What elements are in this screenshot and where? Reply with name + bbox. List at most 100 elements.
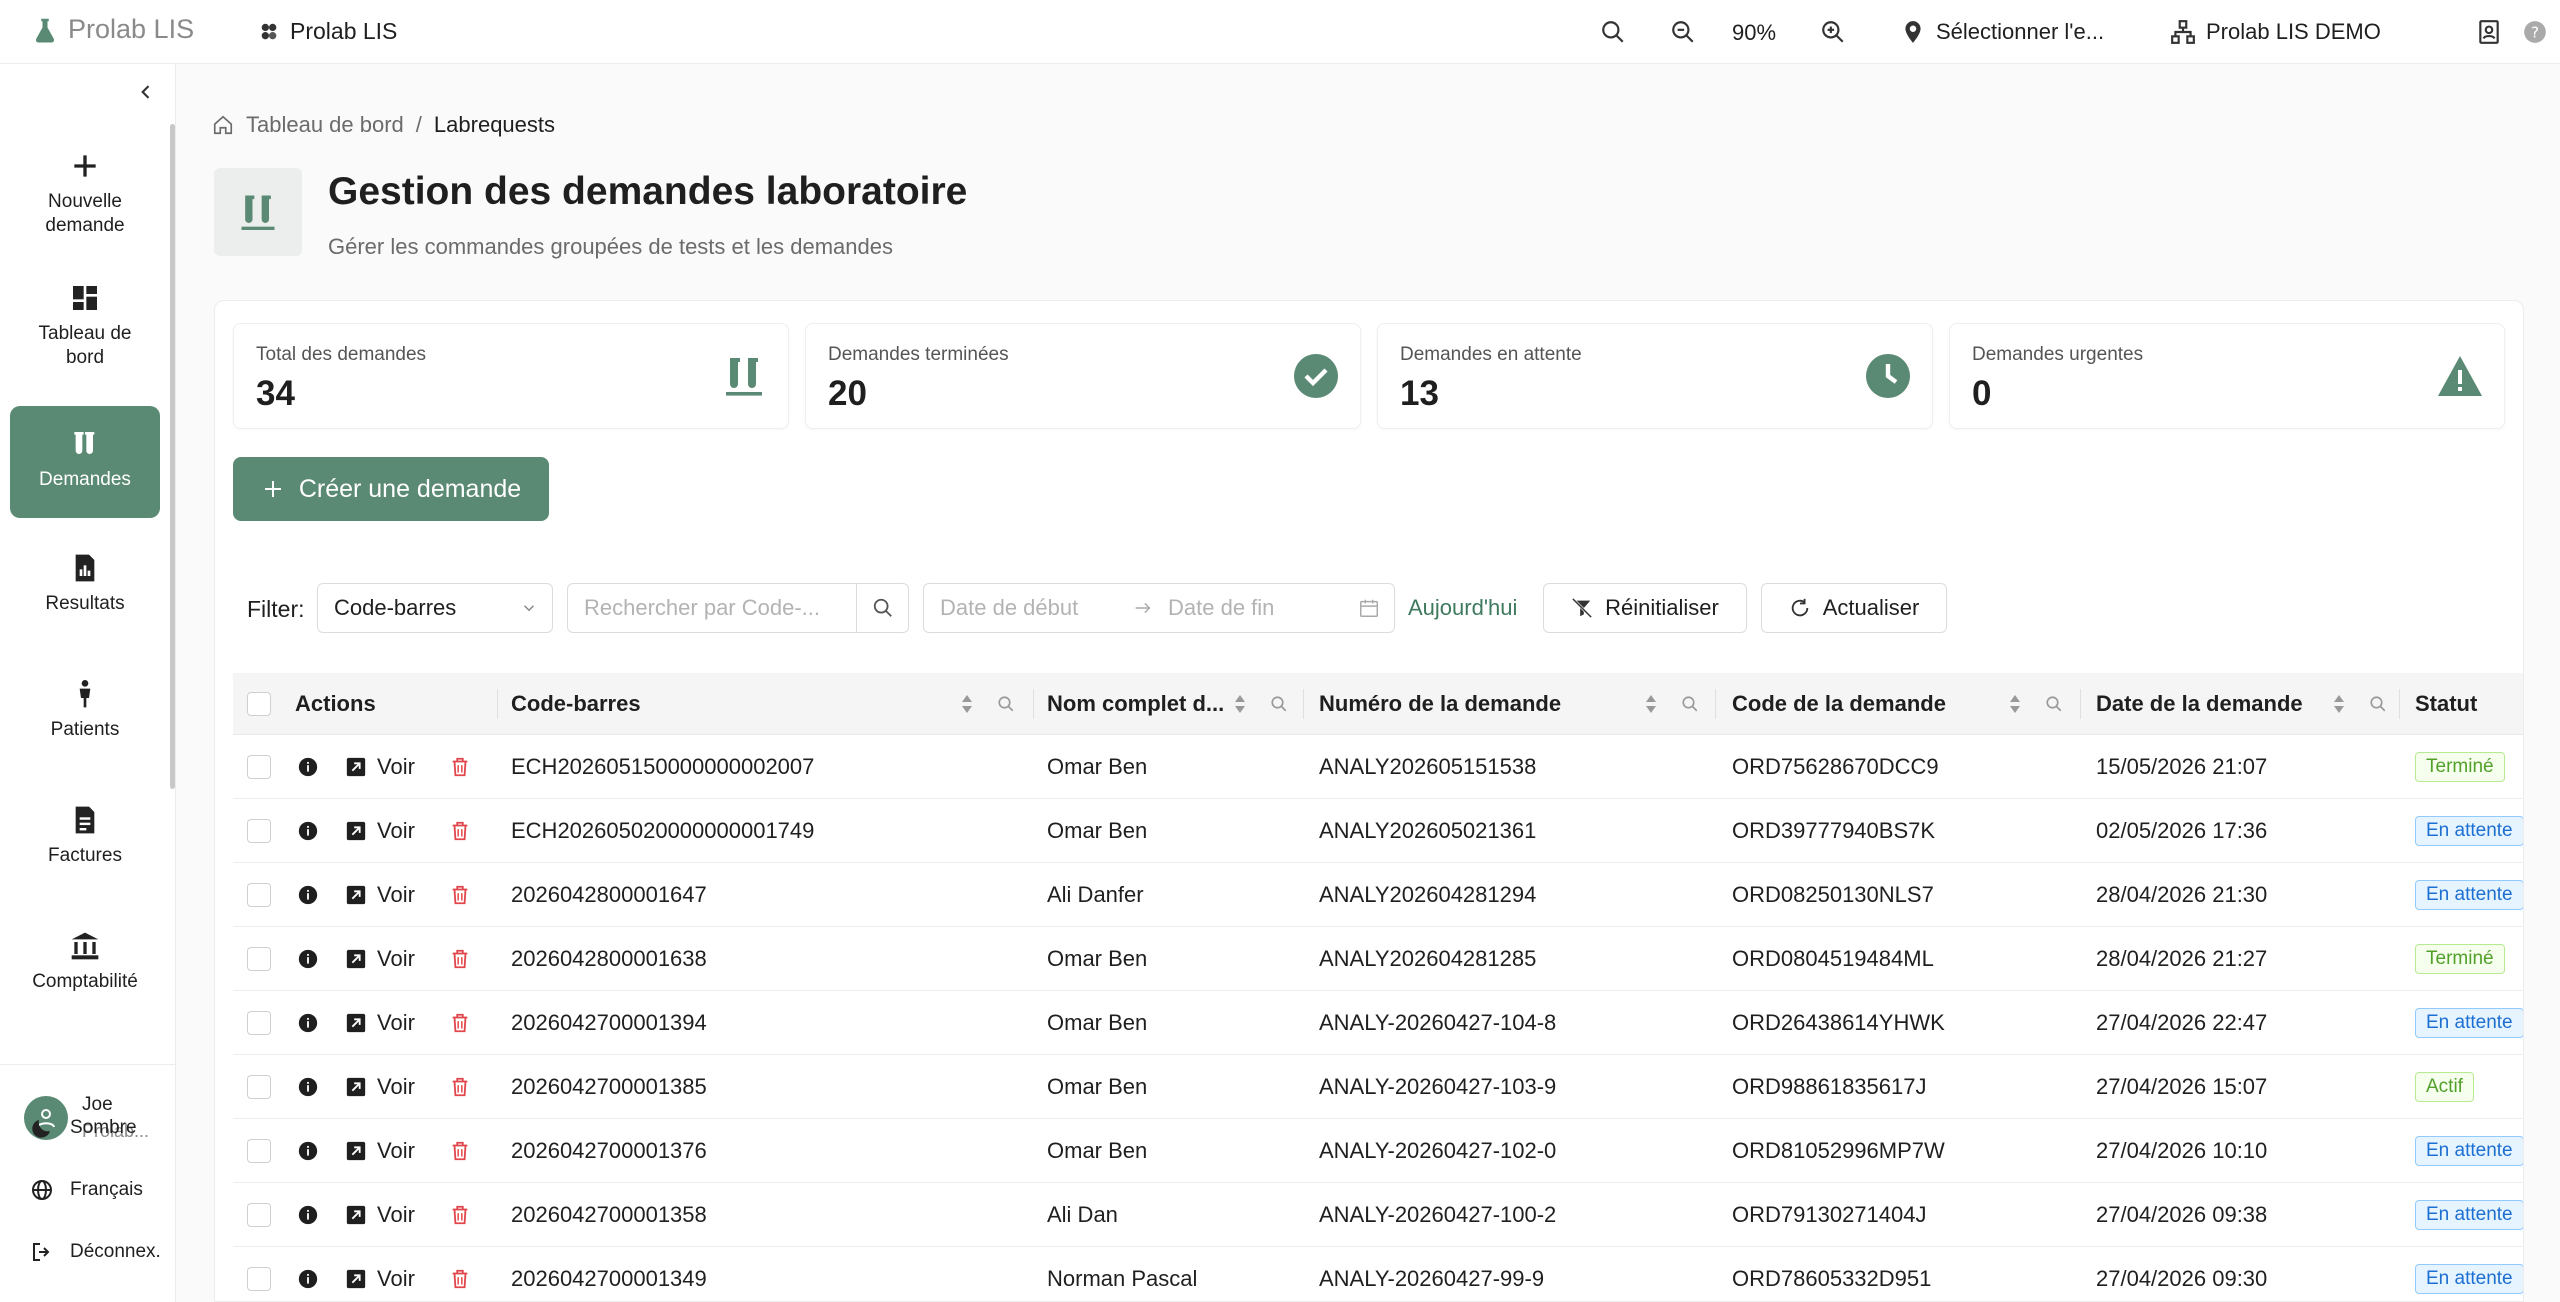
column-header-barcode[interactable]: Code-barres <box>511 673 641 735</box>
chevron-left-icon[interactable] <box>136 82 156 102</box>
sidebar-item-dashboard[interactable]: Tableau de bord <box>10 282 160 392</box>
column-header-request-code[interactable]: Code de la demande <box>1732 673 1946 735</box>
date-start-input[interactable]: Date de début <box>940 595 1078 621</box>
row-checkbox[interactable] <box>247 1011 271 1035</box>
info-icon[interactable] <box>297 1140 319 1162</box>
table-row[interactable]: Voir 2026042700001385 Omar Ben ANALY-202… <box>233 1055 2523 1119</box>
info-icon[interactable] <box>297 1076 319 1098</box>
open-external-icon[interactable] <box>345 756 367 778</box>
row-checkbox[interactable] <box>247 755 271 779</box>
row-checkbox[interactable] <box>247 947 271 971</box>
sidebar-item-results[interactable]: Resultats <box>10 552 160 662</box>
row-checkbox[interactable] <box>247 1267 271 1291</box>
help-button[interactable]: ? <box>2522 19 2548 45</box>
info-icon[interactable] <box>297 948 319 970</box>
table-row[interactable]: Voir 2026042800001647 Ali Danfer ANALY20… <box>233 863 2523 927</box>
trash-icon[interactable] <box>449 1076 471 1098</box>
table-row[interactable]: Voir 2026042700001358 Ali Dan ANALY-2026… <box>233 1183 2523 1247</box>
tenant-switcher[interactable]: Prolab LIS <box>258 18 397 45</box>
info-icon[interactable] <box>297 884 319 906</box>
select-all-checkbox[interactable] <box>247 692 271 716</box>
column-search-icon[interactable] <box>1270 695 1288 713</box>
table-row[interactable]: Voir 2026042700001376 Omar Ben ANALY-202… <box>233 1119 2523 1183</box>
today-link[interactable]: Aujourd'hui <box>1408 595 1517 621</box>
search-button[interactable] <box>1600 19 1626 45</box>
info-icon[interactable] <box>297 1268 319 1290</box>
app-logo[interactable]: Prolab LIS <box>30 14 194 45</box>
open-external-icon[interactable] <box>345 1140 367 1162</box>
sort-icon[interactable] <box>1644 692 1658 716</box>
trash-icon[interactable] <box>449 1012 471 1034</box>
column-search-icon[interactable] <box>2045 695 2063 713</box>
search-submit-button[interactable] <box>856 584 908 632</box>
view-link[interactable]: Voir <box>377 735 415 799</box>
info-icon[interactable] <box>297 820 319 842</box>
view-link[interactable]: Voir <box>377 1183 415 1247</box>
sidebar-item-requests[interactable]: Demandes <box>10 406 160 518</box>
open-external-icon[interactable] <box>345 1268 367 1290</box>
language-selector[interactable]: Français <box>30 1178 143 1202</box>
create-request-button[interactable]: Créer une demande <box>233 457 549 521</box>
column-search-icon[interactable] <box>2369 695 2387 713</box>
sort-icon[interactable] <box>2332 692 2346 716</box>
sort-icon[interactable] <box>960 692 974 716</box>
info-icon[interactable] <box>297 756 319 778</box>
open-external-icon[interactable] <box>345 884 367 906</box>
row-checkbox[interactable] <box>247 1203 271 1227</box>
open-external-icon[interactable] <box>345 820 367 842</box>
column-header-request-number[interactable]: Numéro de la demande <box>1319 673 1561 735</box>
view-link[interactable]: Voir <box>377 1055 415 1119</box>
sort-icon[interactable] <box>1233 692 1247 716</box>
sidebar-scrollbar[interactable] <box>170 124 175 789</box>
reset-button[interactable]: Réinitialiser <box>1543 583 1747 633</box>
view-link[interactable]: Voir <box>377 799 415 863</box>
table-row[interactable]: Voir 2026042700001394 Omar Ben ANALY-202… <box>233 991 2523 1055</box>
row-checkbox[interactable] <box>247 883 271 907</box>
sort-icon[interactable] <box>2008 692 2022 716</box>
row-checkbox[interactable] <box>247 1139 271 1163</box>
trash-icon[interactable] <box>449 1268 471 1290</box>
trash-icon[interactable] <box>449 820 471 842</box>
info-icon[interactable] <box>297 1012 319 1034</box>
column-header-status[interactable]: Statut <box>2415 673 2477 735</box>
filter-field-select[interactable]: Code-barres <box>317 583 553 633</box>
view-link[interactable]: Voir <box>377 1119 415 1183</box>
theme-toggle[interactable]: Sombre <box>30 1116 137 1140</box>
date-end-input[interactable]: Date de fin <box>1168 595 1274 621</box>
open-external-icon[interactable] <box>345 1012 367 1034</box>
breadcrumb-home[interactable]: Tableau de bord <box>246 112 404 138</box>
table-row[interactable]: Voir ECH202605020000000001749 Omar Ben A… <box>233 799 2523 863</box>
trash-icon[interactable] <box>449 884 471 906</box>
trash-icon[interactable] <box>449 948 471 970</box>
refresh-button[interactable]: Actualiser <box>1761 583 1947 633</box>
search-input[interactable]: Rechercher par Code-... <box>567 583 909 633</box>
trash-icon[interactable] <box>449 756 471 778</box>
row-checkbox[interactable] <box>247 1075 271 1099</box>
column-header-request-date[interactable]: Date de la demande <box>2096 673 2303 735</box>
table-row[interactable]: Voir 2026042800001638 Omar Ben ANALY2026… <box>233 927 2523 991</box>
location-selector[interactable]: Sélectionner l'e... <box>1900 19 2104 45</box>
sidebar-item-patients[interactable]: Patients <box>10 678 160 788</box>
logout-button[interactable]: Déconnex. <box>30 1240 161 1264</box>
column-search-icon[interactable] <box>1681 695 1699 713</box>
org-selector[interactable]: Prolab LIS DEMO <box>2170 19 2381 45</box>
row-checkbox[interactable] <box>247 819 271 843</box>
sidebar-item-invoices[interactable]: Factures <box>10 804 160 914</box>
date-range-picker[interactable]: Date de début Date de fin <box>923 583 1395 633</box>
table-row[interactable]: Voir 2026042700001349 Norman Pascal ANAL… <box>233 1247 2523 1301</box>
view-link[interactable]: Voir <box>377 927 415 991</box>
sidebar-item-new-request[interactable]: Nouvelle demande <box>10 150 160 260</box>
zoom-out-button[interactable] <box>1670 19 1696 45</box>
open-external-icon[interactable] <box>345 948 367 970</box>
sidebar-item-accounting[interactable]: Comptabilité <box>10 930 160 1040</box>
zoom-in-button[interactable] <box>1820 19 1846 45</box>
info-icon[interactable] <box>297 1204 319 1226</box>
column-header-full-name[interactable]: Nom complet d... <box>1047 673 1224 735</box>
contacts-button[interactable] <box>2476 19 2502 45</box>
trash-icon[interactable] <box>449 1140 471 1162</box>
open-external-icon[interactable] <box>345 1204 367 1226</box>
view-link[interactable]: Voir <box>377 863 415 927</box>
view-link[interactable]: Voir <box>377 1247 415 1301</box>
trash-icon[interactable] <box>449 1204 471 1226</box>
column-search-icon[interactable] <box>997 695 1015 713</box>
